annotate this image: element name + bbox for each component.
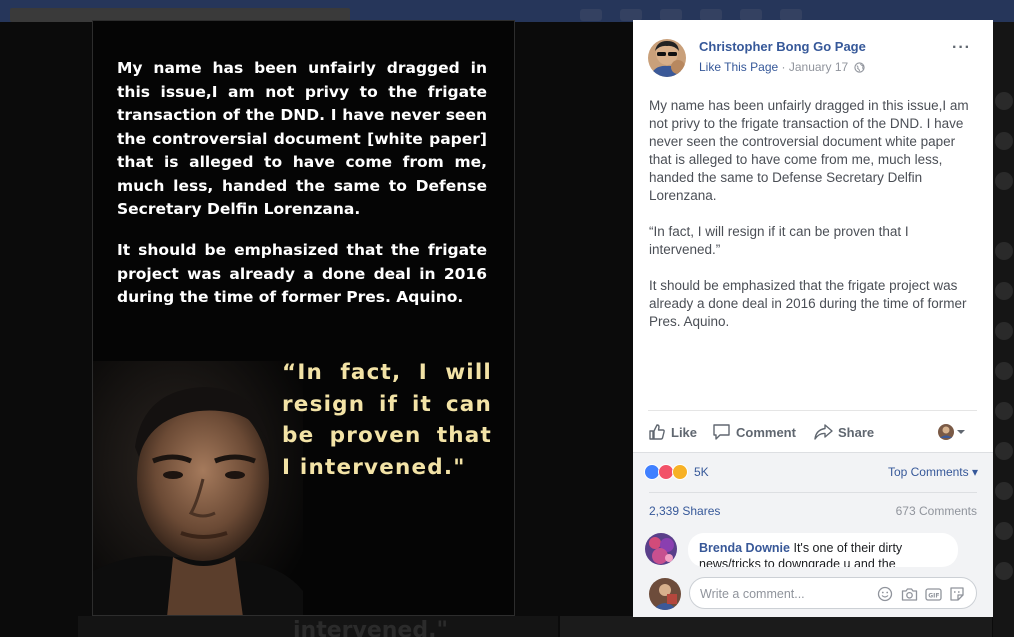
comments-count[interactable]: 673 Comments	[896, 504, 977, 518]
post-body: My name has been unfairly dragged in thi…	[649, 97, 979, 349]
portrait-image	[93, 361, 303, 615]
post-paragraph-1: My name has been unfairly dragged in thi…	[649, 98, 969, 203]
post-meta: Like This Page · January 17	[699, 60, 865, 76]
sticker-icon[interactable]	[948, 585, 966, 603]
comment-bubble: Brenda Downie It's one of their dirty ne…	[688, 533, 958, 567]
background-sidebar	[993, 22, 1014, 637]
background-post-fragment-right	[560, 616, 992, 637]
emoji-icon[interactable]	[876, 585, 894, 603]
post-panel: Christopher Bong Go Page Like This Page …	[633, 20, 993, 617]
post-action-bar: Like Comment Share	[648, 410, 977, 450]
photo-paragraph-1: My name has been unfairly dragged in thi…	[117, 59, 487, 218]
post-header: Christopher Bong Go Page Like This Page …	[648, 36, 981, 77]
reactions-summary[interactable]: 5K	[644, 463, 709, 481]
comment-button[interactable]: Comment	[712, 421, 796, 443]
comments-area: 5K Top Comments ▾ 2,339 Shares 673 Comme…	[633, 452, 993, 617]
thumbs-up-icon	[649, 424, 665, 440]
camera-icon[interactable]	[900, 585, 918, 603]
reaction-count[interactable]: 5K	[694, 465, 709, 479]
comment-icon	[713, 424, 730, 440]
top-comments-dropdown[interactable]: Top Comments ▾	[888, 465, 978, 479]
commenter-avatar[interactable]	[645, 533, 677, 565]
composer-icons: GIF	[876, 585, 966, 603]
post-paragraph-2: “In fact, I will resign if it can be pro…	[649, 224, 909, 257]
like-button[interactable]: Like	[648, 421, 697, 443]
react-as-selector[interactable]	[937, 421, 972, 443]
photo-paragraph-2: It should be emphasized that the frigate…	[117, 241, 487, 306]
sad-reaction-icon	[672, 464, 688, 480]
shares-count[interactable]: 2,339 Shares	[649, 504, 720, 518]
photo-quote: “In fact, I will resign if it can be pro…	[282, 360, 492, 480]
stats-row: 2,339 Shares 673 Comments	[649, 492, 977, 522]
share-icon	[814, 424, 833, 440]
svg-text:GIF: GIF	[928, 592, 939, 599]
background-quote-fragment: intervened."	[293, 618, 448, 637]
comment-label: Comment	[736, 424, 796, 440]
profile-switch-icon	[938, 424, 965, 440]
post-photo[interactable]: My name has been unfairly dragged in thi…	[92, 20, 515, 616]
post-paragraph-3: It should be emphasized that the frigate…	[649, 278, 967, 329]
globe-icon	[853, 62, 865, 76]
post-date[interactable]: January 17	[789, 60, 848, 74]
comment-author[interactable]: Brenda Downie	[699, 541, 790, 555]
meta-separator: ·	[778, 60, 789, 74]
page-avatar[interactable]	[648, 39, 686, 77]
comment-composer-row: GIF	[633, 570, 993, 617]
comment-input[interactable]	[700, 584, 880, 604]
current-user-avatar	[649, 578, 681, 610]
share-button[interactable]: Share	[814, 421, 874, 443]
share-label: Share	[838, 424, 875, 440]
comment-item: Brenda Downie It's one of their dirty ne…	[645, 533, 975, 567]
like-page-link[interactable]: Like This Page	[699, 60, 778, 74]
like-label: Like	[671, 424, 698, 440]
more-options-button[interactable]: ···	[952, 39, 971, 57]
comment-composer: GIF	[689, 577, 977, 609]
gif-icon[interactable]: GIF	[924, 585, 942, 603]
page-name-link[interactable]: Christopher Bong Go Page	[699, 39, 866, 54]
